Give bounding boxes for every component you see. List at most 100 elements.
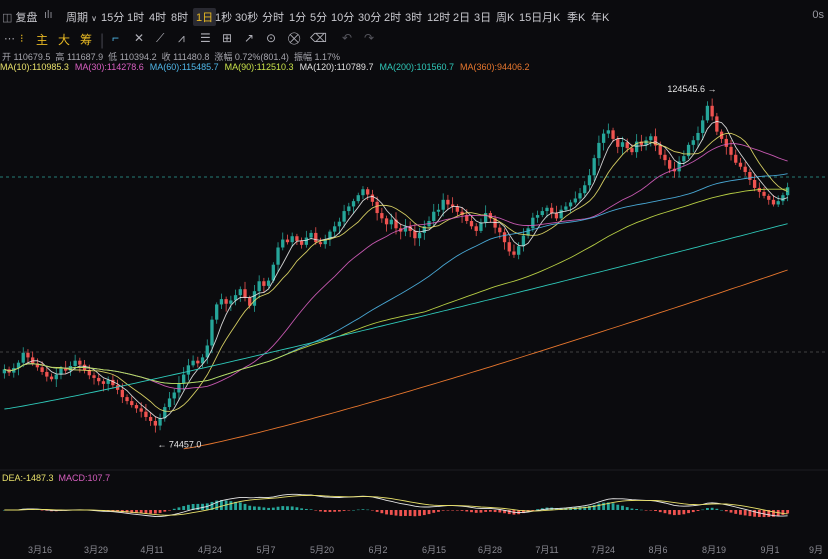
candle: [601, 133, 606, 143]
macd-bar: [786, 510, 790, 514]
macd-bar: [531, 510, 535, 511]
x-tick-label: 8月6: [648, 545, 667, 555]
macd-bar: [687, 510, 690, 514]
candle: [715, 116, 719, 132]
macd-bar: [649, 510, 653, 511]
candle: [606, 130, 610, 134]
candle: [696, 132, 700, 141]
macd-bar: [437, 510, 440, 512]
macd-bar: [493, 510, 497, 513]
macd-bar: [389, 510, 393, 515]
candle: [767, 195, 771, 200]
candle: [545, 207, 549, 212]
candle: [158, 418, 162, 426]
macd-bar: [781, 510, 785, 515]
candle: [130, 401, 134, 406]
candle: [229, 300, 233, 304]
macd-bar: [404, 510, 407, 516]
price-chart[interactable]: 124545.6 → ← 74457.0 3月16 3月29 4月11 4月24 5月7 5月…: [0, 0, 828, 559]
candle: [215, 304, 219, 320]
candle: [299, 240, 304, 245]
macd-bar: [729, 510, 733, 513]
x-tick-label: 5月7: [256, 545, 275, 555]
macd-bar: [739, 510, 742, 515]
macd-bar: [753, 510, 757, 517]
macd-bar: [262, 507, 266, 510]
candle: [663, 154, 667, 161]
candle: [238, 289, 242, 296]
candle: [734, 154, 738, 163]
macd-bar: [153, 510, 157, 514]
candle: [512, 251, 516, 255]
macd-bar: [356, 509, 360, 511]
candle: [517, 246, 521, 255]
candle: [224, 299, 228, 304]
candle: [729, 146, 733, 155]
macd-bar: [639, 509, 643, 511]
candle: [347, 206, 351, 212]
candle: [196, 360, 200, 364]
candle: [668, 160, 672, 169]
candle: [144, 411, 148, 417]
macd-bar: [413, 510, 417, 517]
candle: [342, 211, 346, 222]
macd-bar: [441, 510, 445, 511]
candle: [78, 360, 82, 365]
candle: [290, 236, 294, 243]
candle: [262, 281, 266, 286]
candle: [616, 138, 620, 147]
macd-bar: [361, 509, 365, 510]
candle: [304, 237, 308, 245]
candle: [380, 213, 384, 219]
candle: [686, 144, 691, 157]
candle: [40, 367, 44, 372]
candle: [389, 219, 393, 225]
candle: [257, 281, 261, 292]
macd-bar: [484, 510, 488, 512]
macd-bar: [470, 510, 473, 513]
high-annotation: 124545.6 →: [667, 84, 716, 94]
candle: [26, 352, 30, 358]
candle: [625, 142, 629, 149]
macd-bar: [474, 510, 478, 513]
candle: [413, 230, 417, 239]
macd-legend: DEA:-1487.3 MACD:107.7: [2, 473, 110, 483]
macd-bar: [597, 503, 601, 510]
macd-bar: [196, 503, 200, 510]
macd-value: MACD:107.7: [58, 473, 111, 483]
x-tick-label: 9月: [809, 545, 823, 555]
macd-bar: [621, 505, 624, 510]
macd-bar: [488, 510, 492, 512]
macd-bar: [352, 509, 355, 511]
macd-bar: [238, 502, 242, 510]
macd-bar: [611, 503, 615, 510]
candle: [153, 420, 158, 426]
candle: [781, 195, 785, 202]
candle: [337, 221, 342, 227]
macd-bar: [677, 510, 681, 515]
candle: [550, 207, 554, 214]
candle: [314, 232, 318, 243]
candle: [762, 191, 766, 196]
candle: [531, 217, 535, 229]
macd-bar: [635, 509, 639, 510]
macd-bar: [328, 510, 332, 512]
macd-bar: [536, 509, 539, 510]
candle: [484, 213, 488, 223]
macd-bar: [663, 510, 667, 514]
candle: [521, 235, 526, 247]
macd-bar: [498, 510, 502, 513]
candle: [502, 232, 507, 243]
macd-bar: [451, 510, 455, 511]
macd-bar: [743, 510, 747, 516]
macd-bar: [658, 510, 662, 513]
macd-bar: [243, 503, 247, 510]
macd-bar: [229, 501, 233, 510]
macd-bar: [696, 510, 700, 511]
candle: [644, 140, 648, 145]
candle: [578, 193, 582, 199]
candle: [167, 398, 172, 408]
candle: [417, 232, 422, 239]
candle: [309, 232, 313, 238]
macd-bar: [720, 509, 723, 511]
